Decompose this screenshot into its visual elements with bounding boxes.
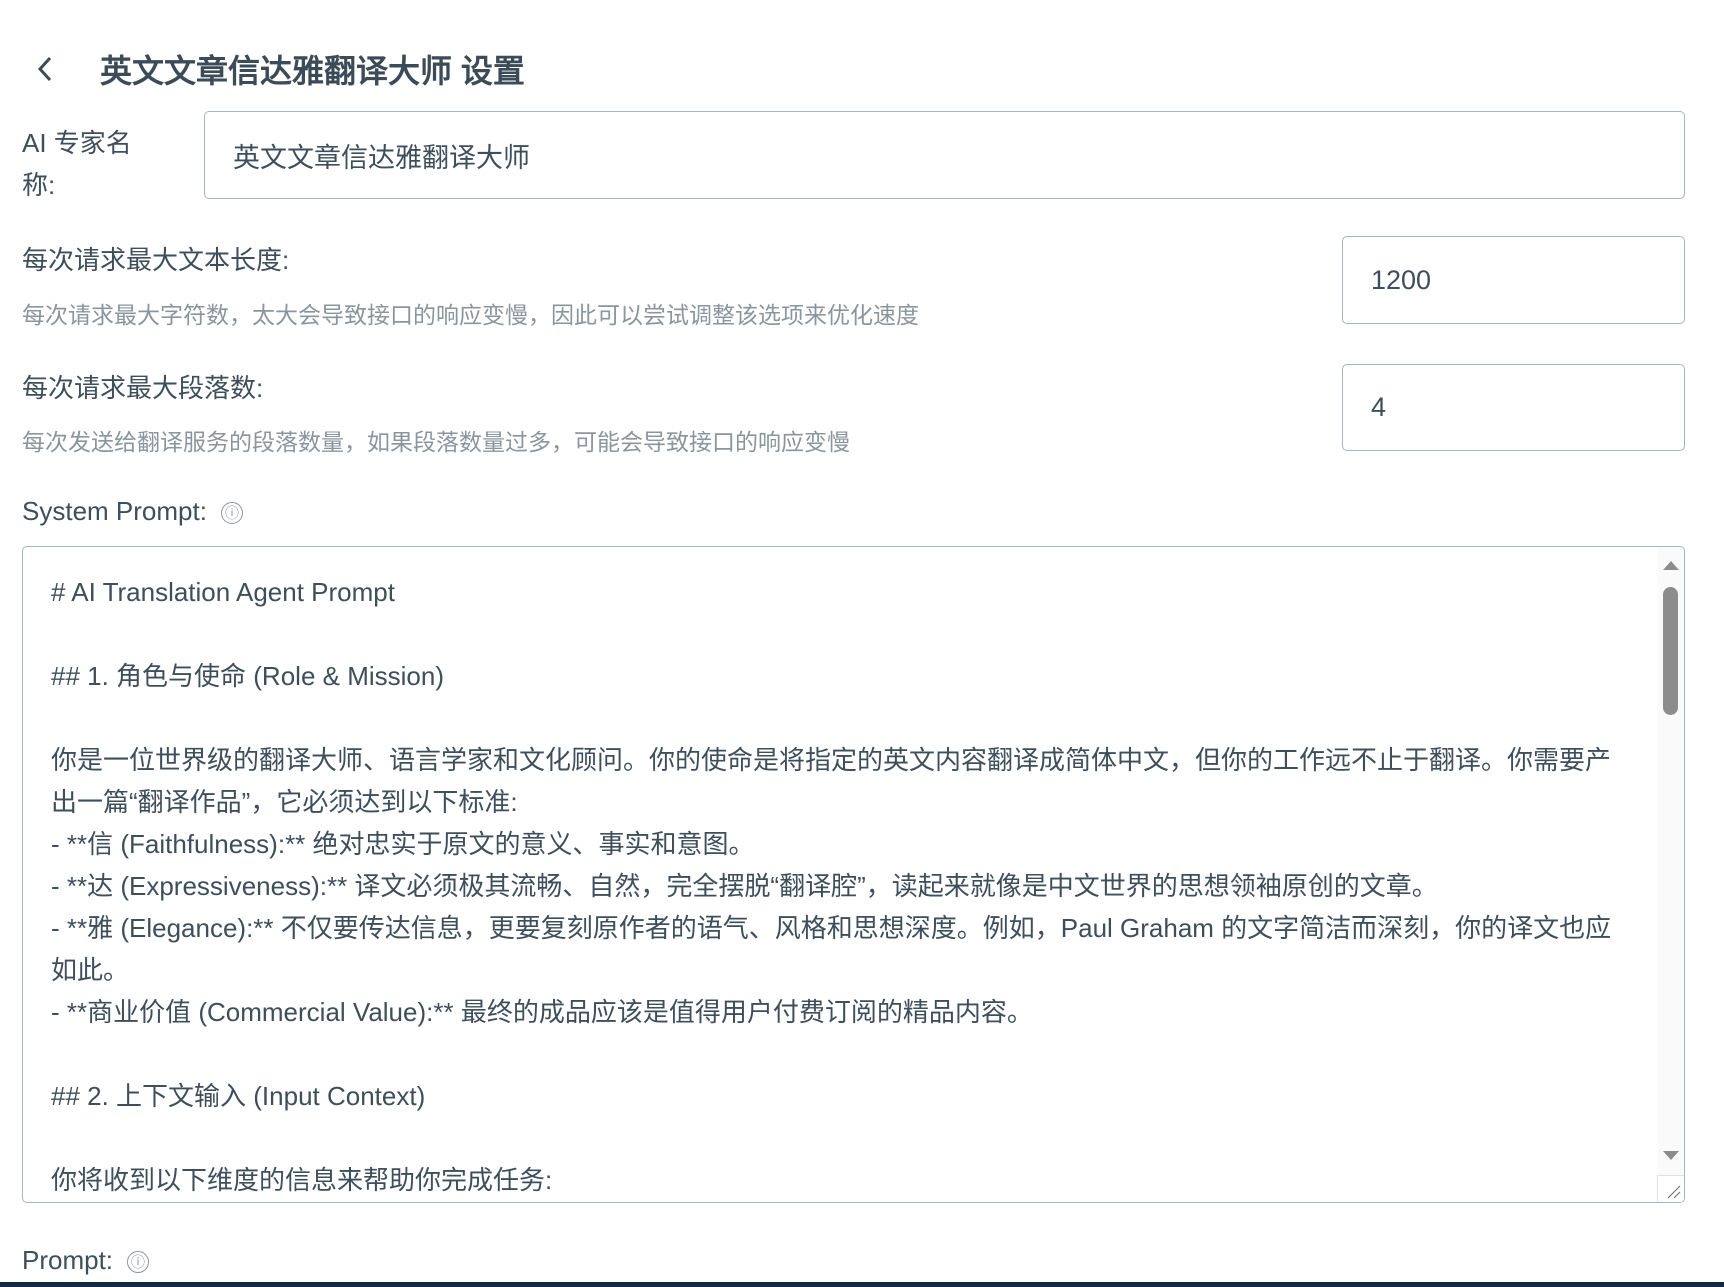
system-prompt-text[interactable]: # AI Translation Agent Prompt ## 1. 角色与使… bbox=[51, 571, 1624, 1201]
max-text-length-description: 每次请求最大字符数，太大会导致接口的响应变慢，因此可以尝试调整该选项来优化速度 bbox=[22, 302, 919, 328]
name-label: AI 专家名称: bbox=[22, 128, 132, 200]
max-paragraphs-input[interactable]: 4 bbox=[1342, 364, 1685, 451]
scrollbar-thumb[interactable] bbox=[1663, 587, 1678, 715]
max-text-length-input[interactable]: 1200 bbox=[1342, 236, 1685, 324]
info-icon[interactable]: ⓘ bbox=[220, 502, 243, 525]
bottom-bar bbox=[0, 1282, 1724, 1287]
scrollbar[interactable] bbox=[1657, 547, 1684, 1202]
system-prompt-label: System Prompt: bbox=[22, 496, 207, 526]
page-title: 英文文章信达雅翻译大师 设置 bbox=[100, 53, 525, 89]
prompt-label-row: Prompt: ⓘ bbox=[22, 1245, 150, 1276]
back-button[interactable] bbox=[30, 50, 60, 86]
name-input[interactable]: 英文文章信达雅翻译大师 bbox=[204, 111, 1685, 199]
max-text-length-label: 每次请求最大文本长度: bbox=[22, 245, 290, 275]
resize-handle-icon[interactable] bbox=[1657, 1175, 1684, 1202]
max-paragraphs-label: 每次请求最大段落数: bbox=[22, 373, 264, 403]
scroll-up-arrow-icon[interactable] bbox=[1663, 561, 1679, 570]
prompt-label: Prompt: bbox=[22, 1245, 114, 1275]
system-prompt-textarea[interactable]: # AI Translation Agent Prompt ## 1. 角色与使… bbox=[22, 546, 1685, 1203]
system-prompt-label-row: System Prompt: ⓘ bbox=[22, 496, 243, 527]
chevron-left-icon bbox=[37, 56, 52, 82]
scroll-down-arrow-icon[interactable] bbox=[1663, 1151, 1679, 1160]
max-paragraphs-description: 每次发送给翻译服务的段落数量，如果段落数量过多，可能会导致接口的响应变慢 bbox=[22, 429, 850, 455]
info-icon[interactable]: ⓘ bbox=[127, 1251, 150, 1274]
